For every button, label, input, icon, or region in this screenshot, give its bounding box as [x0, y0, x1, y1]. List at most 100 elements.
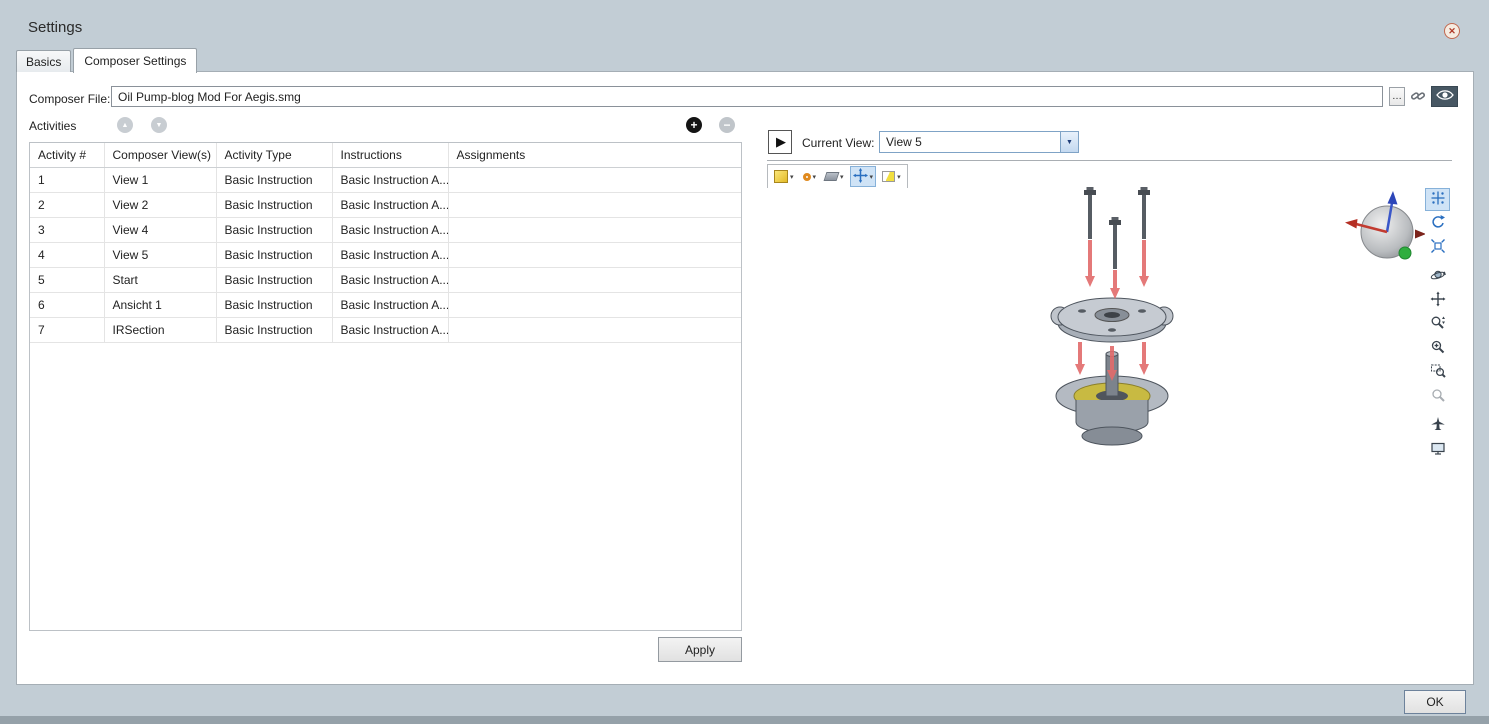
pan-button[interactable] [1425, 289, 1450, 312]
link-file-button[interactable] [1409, 88, 1427, 106]
chevron-down-icon[interactable]: ▾ [790, 173, 794, 181]
expand-corners-icon [1430, 238, 1446, 257]
turntable-icon [803, 173, 811, 181]
zoom-area-button[interactable] [1425, 361, 1450, 384]
table-row[interactable]: 6Ansicht 1Basic InstructionBasic Instruc… [30, 293, 741, 318]
turntable-button[interactable]: ▾ [800, 166, 820, 187]
table-row[interactable]: 1View 1Basic InstructionBasic Instructio… [30, 168, 741, 193]
table-cell [448, 218, 741, 243]
rotate-selection-button[interactable] [1425, 212, 1450, 235]
table-cell: IRSection [104, 318, 216, 343]
table-row[interactable]: 7IRSectionBasic InstructionBasic Instruc… [30, 318, 741, 343]
zoom-selection-button[interactable] [1425, 385, 1450, 408]
table-cell: 6 [30, 293, 104, 318]
pan-arrows-icon [1430, 291, 1446, 310]
column-header[interactable]: Composer View(s) [104, 143, 216, 168]
rotate-arrow-icon [1430, 214, 1446, 233]
zoom-button[interactable] [1425, 313, 1450, 336]
move-activity-up-button[interactable]: ▲ [117, 117, 133, 133]
activities-header-row: Activity #Composer View(s)Activity TypeI… [30, 143, 741, 168]
composer-file-label: Composer File: [29, 92, 110, 106]
column-header[interactable]: Activity # [30, 143, 104, 168]
table-row[interactable]: 4View 5Basic InstructionBasic Instructio… [30, 243, 741, 268]
table-cell: Basic Instruction A... [332, 218, 448, 243]
table-cell: 1 [30, 168, 104, 193]
add-activity-button[interactable]: + [686, 117, 702, 133]
table-row[interactable]: 3View 4Basic InstructionBasic Instructio… [30, 218, 741, 243]
oil-pump-model[interactable] [1002, 184, 1222, 454]
pump-cover [1051, 298, 1173, 342]
fit-selection-button[interactable] [1425, 236, 1450, 259]
plus-icon: + [690, 118, 697, 132]
remove-activity-button[interactable]: − [719, 117, 735, 133]
browse-button[interactable]: … [1389, 87, 1405, 106]
table-cell: View 2 [104, 193, 216, 218]
table-cell [448, 193, 741, 218]
zoom-icon [1430, 315, 1446, 334]
tab-bar: Basics Composer Settings [16, 47, 199, 72]
chevron-down-icon[interactable]: ▾ [897, 173, 901, 181]
eye-icon [1436, 89, 1454, 104]
play-icon: ▶ [776, 134, 786, 150]
activities-label: Activities [29, 119, 76, 133]
eraser-icon [824, 172, 840, 181]
airplane-icon [1430, 416, 1446, 435]
viewer-separator [767, 160, 1452, 161]
minus-icon: − [723, 118, 730, 132]
table-cell: 2 [30, 193, 104, 218]
chevron-down-icon[interactable]: ▾ [813, 173, 817, 181]
orbit-icon [1430, 267, 1446, 286]
arrow-down-icon: ▼ [156, 122, 163, 129]
move-activity-down-button[interactable]: ▼ [151, 117, 167, 133]
composer-file-input[interactable] [111, 86, 1383, 107]
highlight-icon [882, 171, 895, 182]
window-bottom-edge [0, 716, 1489, 724]
orbit-button[interactable] [1425, 265, 1450, 288]
dropdown-arrow-icon[interactable]: ▼ [1060, 132, 1078, 152]
table-cell: 3 [30, 218, 104, 243]
table-cell [448, 243, 741, 268]
apply-button[interactable]: Apply [658, 637, 742, 662]
link-icon [1410, 88, 1426, 107]
tab-composer-settings[interactable]: Composer Settings [73, 48, 197, 73]
table-cell: 5 [30, 268, 104, 293]
screen-icon [1430, 440, 1446, 459]
current-view-label: Current View: [802, 136, 874, 150]
preview-button[interactable] [1431, 86, 1458, 107]
play-button[interactable]: ▶ [768, 130, 792, 154]
views-button[interactable]: ▾ [771, 166, 797, 187]
current-view-value: View 5 [880, 135, 1060, 149]
table-cell: Basic Instruction A... [332, 168, 448, 193]
highlight-button[interactable]: ▾ [879, 166, 904, 187]
close-icon: ✕ [1448, 26, 1456, 37]
screen-fit-button[interactable] [1425, 438, 1450, 461]
markup-button[interactable]: ▾ [822, 166, 847, 187]
player-toolbar: ▾ ▾ ▾ ▾ ▾ [767, 164, 908, 189]
orientation-orb[interactable] [1343, 186, 1427, 274]
target-move-button[interactable] [1425, 188, 1450, 211]
move-mode-button[interactable]: ▾ [850, 166, 877, 187]
tab-basics[interactable]: Basics [16, 50, 71, 72]
column-header[interactable]: Instructions [332, 143, 448, 168]
table-cell: Ansicht 1 [104, 293, 216, 318]
activities-table: Activity #Composer View(s)Activity TypeI… [29, 142, 742, 631]
arrow-up-icon: ▲ [122, 122, 129, 129]
table-cell [448, 268, 741, 293]
column-header[interactable]: Assignments [448, 143, 741, 168]
table-row[interactable]: 2View 2Basic InstructionBasic Instructio… [30, 193, 741, 218]
zoom-in-button[interactable] [1425, 337, 1450, 360]
table-cell: Basic Instruction A... [332, 318, 448, 343]
table-cell: View 4 [104, 218, 216, 243]
fly-through-button[interactable] [1425, 414, 1450, 437]
close-button[interactable]: ✕ [1444, 23, 1460, 39]
table-row[interactable]: 5StartBasic InstructionBasic Instruction… [30, 268, 741, 293]
chevron-down-icon[interactable]: ▾ [840, 173, 844, 181]
table-cell: Basic Instruction [216, 218, 332, 243]
table-cell: Basic Instruction A... [332, 293, 448, 318]
column-header[interactable]: Activity Type [216, 143, 332, 168]
table-cell: Basic Instruction A... [332, 268, 448, 293]
chevron-down-icon[interactable]: ▾ [870, 173, 874, 181]
ok-button[interactable]: OK [1404, 690, 1466, 714]
current-view-dropdown[interactable]: View 5 ▼ [879, 131, 1079, 153]
table-cell: 7 [30, 318, 104, 343]
